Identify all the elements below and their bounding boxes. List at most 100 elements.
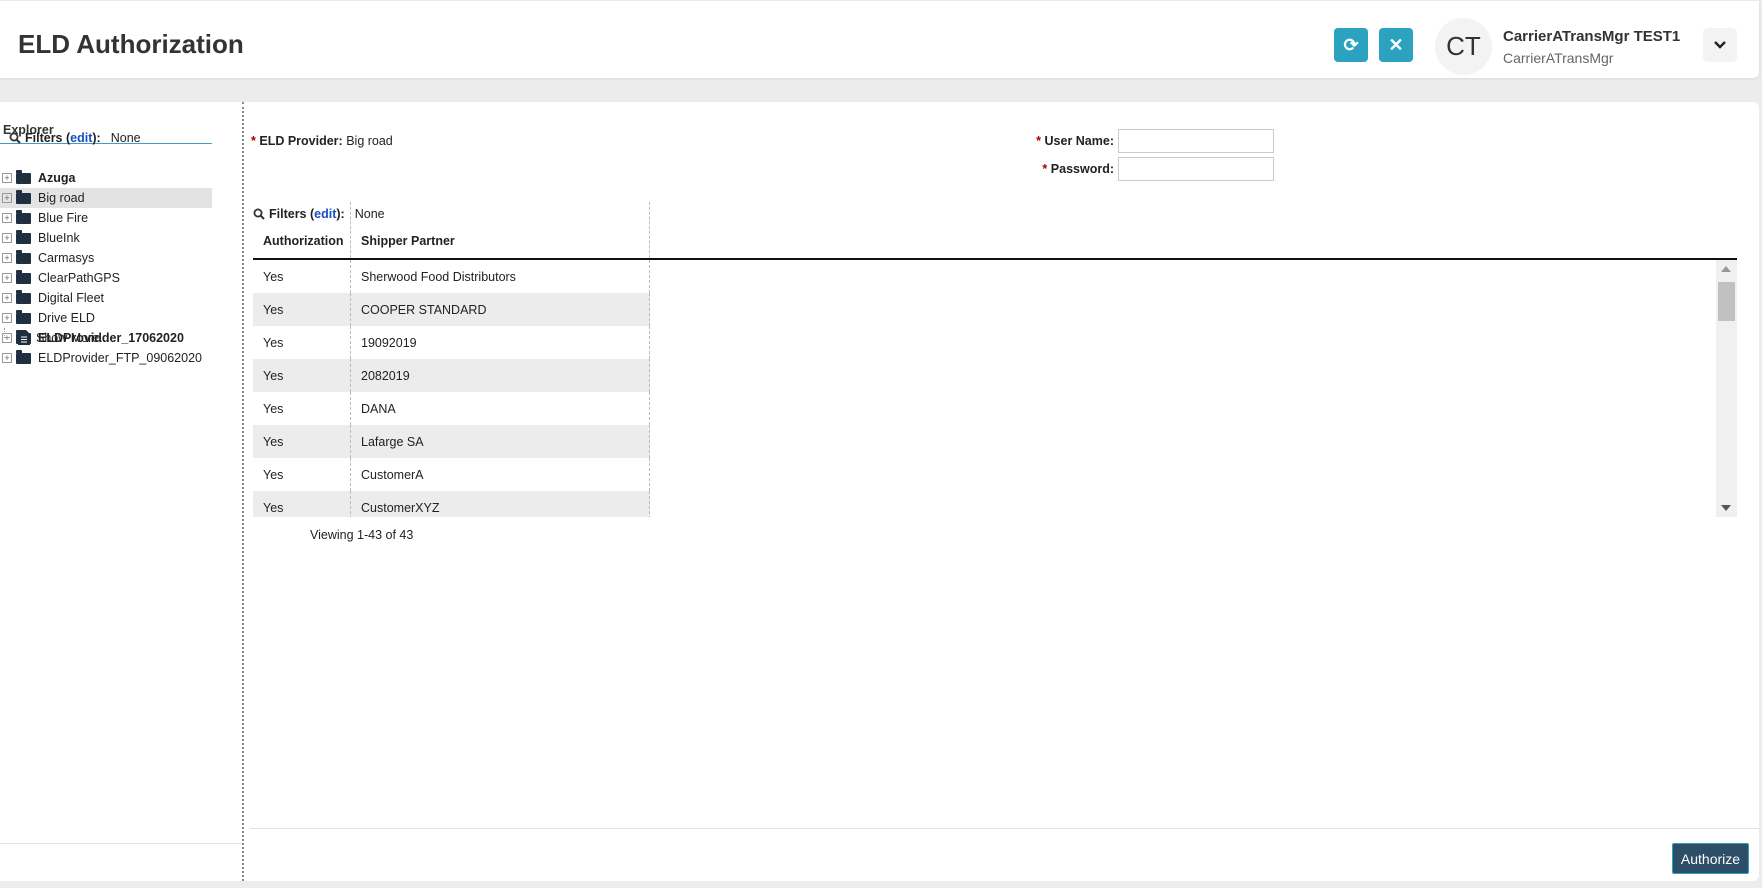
- chevron-down-icon: [1714, 41, 1726, 49]
- folder-icon: [16, 169, 31, 184]
- tree-item[interactable]: + Carmasys: [0, 248, 212, 268]
- folder-icon: [16, 289, 31, 304]
- tree-item[interactable]: + ClearPathGPS: [0, 268, 212, 288]
- expand-icon[interactable]: +: [2, 353, 12, 363]
- password-input[interactable]: [1118, 157, 1274, 181]
- table-row[interactable]: Yes CustomerA: [253, 458, 650, 491]
- cell-authorization: Yes: [263, 368, 284, 383]
- search-icon: [9, 132, 21, 144]
- table-row[interactable]: Yes Sherwood Food Distributors: [253, 260, 650, 293]
- cell-authorization: Yes: [263, 500, 284, 515]
- close-button[interactable]: ✕: [1379, 28, 1413, 62]
- column-header-authorization[interactable]: Authorization: [253, 202, 350, 258]
- main-panel: Explorer Filters (edit): None + Azuga + Big…: [0, 102, 1759, 881]
- tree-item[interactable]: + ELDProvider_FTP_09062020: [0, 348, 212, 368]
- explorer-filters: Filters (edit): None: [9, 131, 141, 145]
- eld-provider-value: Big road: [346, 134, 393, 148]
- table-row[interactable]: Yes Lafarge SA: [253, 425, 650, 458]
- eld-provider-label: ELD Provider:: [259, 134, 343, 148]
- cell-authorization: Yes: [263, 335, 284, 350]
- show-more[interactable]: Show More...: [4, 327, 110, 345]
- required-mark: *: [1036, 134, 1042, 148]
- tree-item[interactable]: + BlueInk: [0, 228, 212, 248]
- cell-authorization: Yes: [263, 467, 284, 482]
- tree-item-label: Drive ELD: [38, 311, 95, 325]
- expand-icon[interactable]: +: [2, 193, 12, 203]
- grid-scrollbar[interactable]: [1716, 260, 1737, 517]
- cell-authorization: Yes: [263, 302, 284, 317]
- scrollbar-thumb[interactable]: [1718, 282, 1735, 321]
- password-label: Password:: [1050, 162, 1114, 176]
- folder-icon: [16, 209, 31, 224]
- cell-shipper-partner: CustomerA: [350, 458, 650, 491]
- password-row: * Password:: [914, 157, 1274, 181]
- expand-icon[interactable]: +: [2, 173, 12, 183]
- expand-icon[interactable]: +: [2, 313, 12, 323]
- cell-shipper-partner: COOPER STANDARD: [350, 293, 650, 326]
- tree-item-label: Blue Fire: [38, 211, 89, 225]
- folder-icon: [16, 189, 31, 204]
- table-row[interactable]: Yes 19092019: [253, 326, 650, 359]
- table-row[interactable]: Yes COOPER STANDARD: [253, 293, 650, 326]
- tree-item-label: BlueInk: [38, 231, 80, 245]
- cell-shipper-partner: DANA: [350, 392, 650, 425]
- folder-icon: [16, 269, 31, 284]
- cell-authorization: Yes: [263, 269, 284, 284]
- cell-shipper-partner: 2082019: [350, 359, 650, 392]
- table-row[interactable]: Yes DANA: [253, 392, 650, 425]
- filters-value: None: [110, 131, 141, 145]
- user-name-row: * User Name:: [914, 129, 1274, 153]
- folder-icon: [16, 249, 31, 264]
- authorize-button[interactable]: Authorize: [1672, 843, 1749, 874]
- expand-icon[interactable]: +: [2, 253, 12, 263]
- cell-shipper-partner: Lafarge SA: [350, 425, 650, 458]
- page-title: ELD Authorization: [18, 29, 244, 59]
- expand-icon[interactable]: +: [2, 293, 12, 303]
- refresh-button[interactable]: ⟳: [1334, 28, 1368, 62]
- tree-item[interactable]: + Drive ELD: [0, 308, 212, 328]
- cell-authorization: Yes: [263, 434, 284, 449]
- user-name-label: User Name:: [1044, 134, 1114, 148]
- explorer-sidebar: Explorer Filters (edit): None + Azuga + Big…: [0, 102, 244, 881]
- cell-authorization: Yes: [263, 401, 284, 416]
- tree-item-label: Digital Fleet: [38, 291, 104, 305]
- tree-item-label: Azuga: [38, 171, 76, 185]
- user-id: CarrierATransMgr: [1503, 50, 1614, 66]
- expand-icon[interactable]: +: [2, 213, 12, 223]
- folder-icon: [16, 349, 31, 364]
- tree-item[interactable]: + Digital Fleet: [0, 288, 212, 308]
- scroll-down-arrow-icon[interactable]: [1721, 505, 1731, 511]
- tree-item[interactable]: + Azuga: [0, 168, 212, 188]
- grid-body: Yes Sherwood Food Distributors Yes COOPER S…: [253, 260, 1737, 517]
- tree-item[interactable]: + Big road: [0, 188, 212, 208]
- table-row[interactable]: Yes 2082019: [253, 359, 650, 392]
- tree-connector: [4, 327, 12, 338]
- tree-item[interactable]: + Blue Fire: [0, 208, 212, 228]
- avatar[interactable]: CT: [1435, 18, 1492, 75]
- tree-item-label: Carmasys: [38, 251, 95, 265]
- table-row[interactable]: Yes CustomerXYZ: [253, 491, 650, 517]
- app-header: ELD Authorization ⟳ ✕ CT CarrierATransMg…: [0, 1, 1759, 78]
- scroll-up-arrow-icon[interactable]: [1721, 266, 1731, 272]
- folder-icon: [16, 309, 31, 324]
- user-menu-button[interactable]: [1703, 28, 1737, 62]
- folder-icon: [16, 229, 31, 244]
- eld-provider-field: * ELD Provider: Big road: [251, 134, 393, 148]
- user-name-input[interactable]: [1118, 129, 1274, 153]
- refresh-icon: ⟳: [1343, 34, 1359, 55]
- grid-pagination-info: Viewing 1-43 of 43: [310, 528, 414, 542]
- tree-item-label: ELDProvider_FTP_09062020: [38, 351, 202, 365]
- document-icon: [18, 330, 30, 345]
- filters-label: Filters (: [25, 131, 71, 145]
- grid-header: Authorization Shipper Partner: [253, 202, 1737, 260]
- expand-icon[interactable]: +: [2, 273, 12, 283]
- filters-edit-link[interactable]: edit: [70, 131, 92, 145]
- tree-item-label: Big road: [38, 191, 85, 205]
- column-header-shipper-partner[interactable]: Shipper Partner: [350, 202, 650, 258]
- user-full-name: CarrierATransMgr TEST1: [1503, 28, 1681, 45]
- tree-item-label: ClearPathGPS: [38, 271, 120, 285]
- required-mark: *: [251, 134, 256, 148]
- expand-icon[interactable]: +: [2, 233, 12, 243]
- sidebar-footer-divider: [0, 843, 242, 844]
- cell-shipper-partner: CustomerXYZ: [350, 491, 650, 517]
